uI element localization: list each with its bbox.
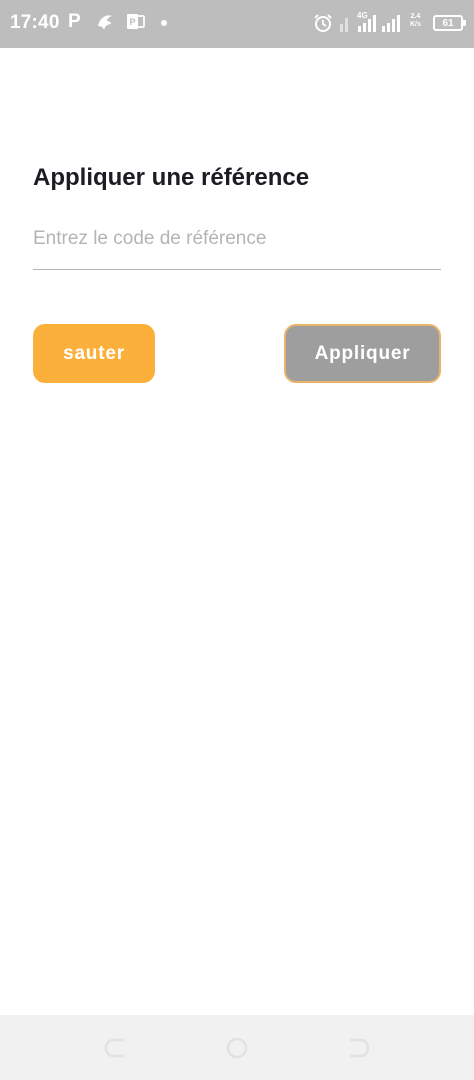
signal-4g-icon (358, 14, 380, 37)
publisher-app-icon: P (126, 12, 146, 37)
referral-code-input[interactable] (33, 222, 441, 256)
signal-icon (382, 14, 404, 37)
battery-level: 61 (442, 17, 454, 29)
back-icon[interactable] (104, 1037, 128, 1064)
alarm-icon (313, 13, 333, 38)
navigation-bar (0, 1015, 474, 1080)
battery-icon: 61 (433, 15, 466, 31)
network-speed: 2.4 K/s (410, 13, 421, 29)
status-bar: 17:40 P P 4G 2.4 K/s 61 (0, 0, 474, 48)
status-time: 17:40 (10, 12, 60, 33)
signal-icon (340, 14, 352, 37)
bird-app-icon (95, 12, 115, 39)
speed-unit: K/s (410, 21, 421, 28)
dot-icon (161, 20, 167, 26)
page-title: Appliquer une référence (33, 164, 310, 191)
recent-apps-icon[interactable] (346, 1037, 370, 1064)
skip-button[interactable]: sauter (33, 324, 155, 383)
parking-app-icon: P (68, 11, 81, 32)
referral-code-field[interactable] (33, 222, 441, 270)
svg-text:P: P (129, 17, 135, 27)
speed-value: 2.4 (410, 13, 421, 20)
home-icon[interactable] (226, 1037, 248, 1064)
apply-button[interactable]: Appliquer (284, 324, 441, 383)
